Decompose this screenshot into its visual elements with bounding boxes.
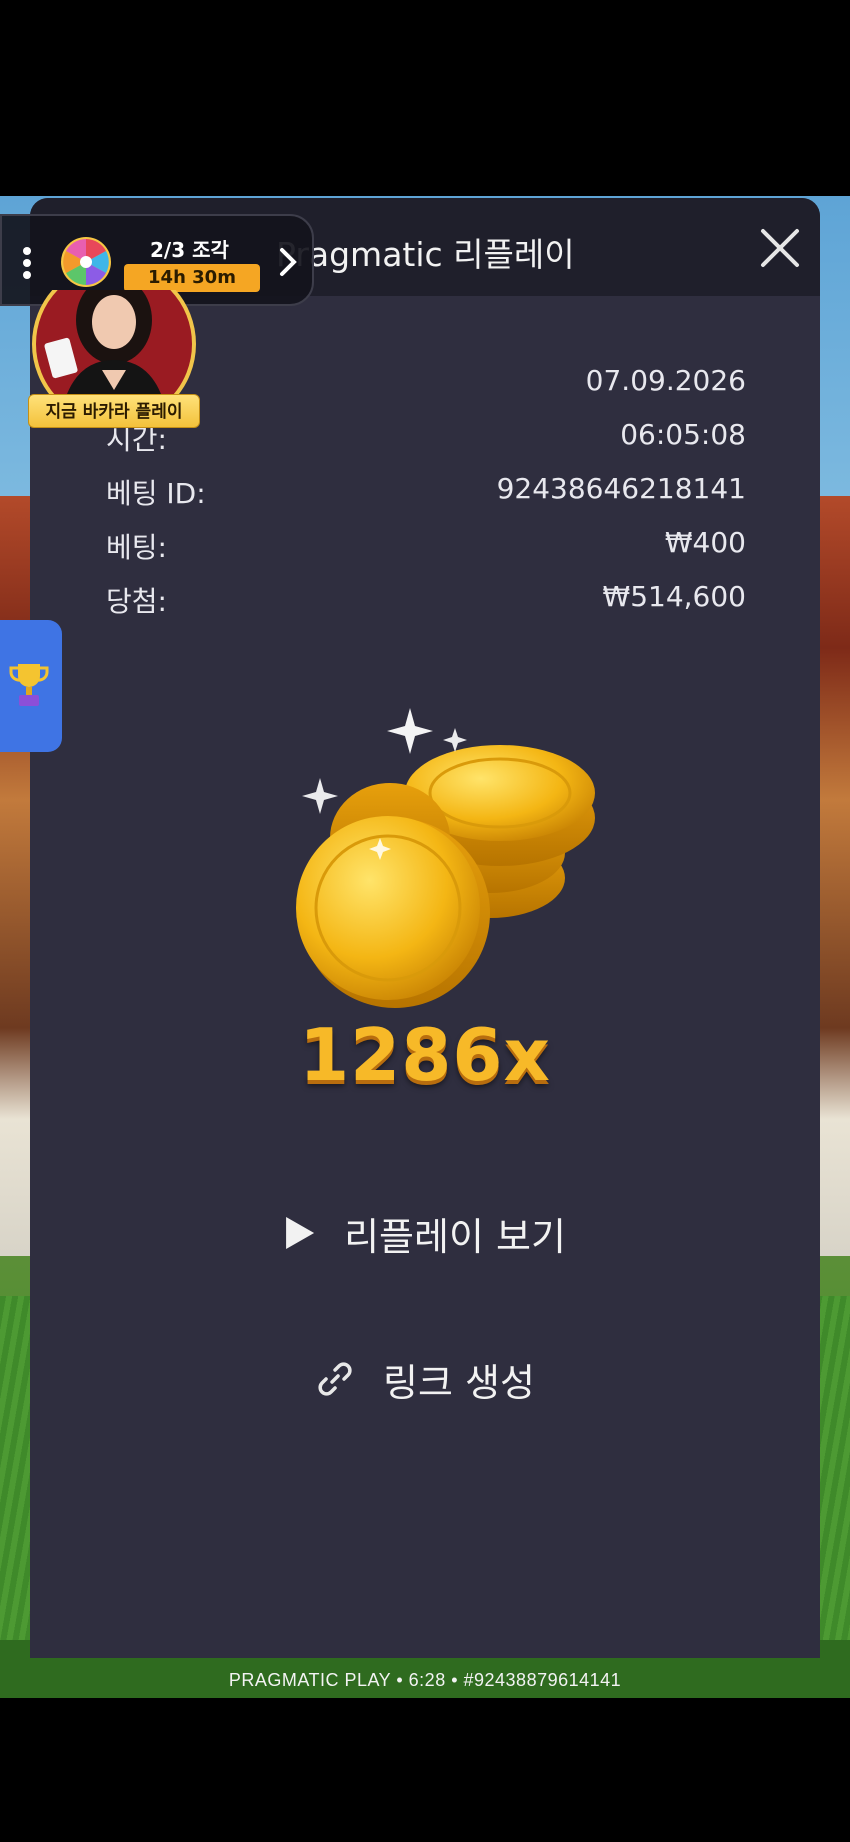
- chevron-right-icon[interactable]: [278, 246, 298, 278]
- timer-badge: 14h 30m: [124, 264, 260, 292]
- bet-id-label: 베팅 ID:: [106, 477, 206, 510]
- bet-label: 베팅:: [106, 531, 167, 564]
- gold-coins-icon: [296, 708, 595, 1008]
- link-icon: [318, 1362, 352, 1396]
- screen: PRAGMATIC PLAY • 6:28 • #92438879614141 …: [0, 0, 850, 1842]
- win-multiplier: 1286x: [299, 1013, 551, 1097]
- info-row-bet: 베팅: ₩400: [106, 526, 746, 566]
- puzzle-progress-text: 2/3 조각: [150, 238, 229, 262]
- win-value: ₩514,600: [602, 580, 746, 613]
- house-right-decoration: [816, 496, 850, 1256]
- play-baccarat-button[interactable]: 지금 바카라 플레이: [28, 394, 200, 428]
- win-label: 당첨:: [106, 585, 167, 618]
- play-icon: [286, 1217, 315, 1249]
- create-link-button[interactable]: 링크 생성: [30, 1344, 820, 1414]
- game-meta-text: PRAGMATIC PLAY • 6:28 • #92438879614141: [228, 1670, 622, 1690]
- close-icon: [761, 229, 799, 267]
- info-row-win: 당첨: ₩514,600: [106, 580, 746, 620]
- close-button[interactable]: [750, 218, 810, 278]
- more-options-icon[interactable]: [22, 246, 32, 280]
- prize-wheel-icon: [61, 237, 111, 287]
- info-row-bet-id: 베팅 ID: 92438646218141: [106, 472, 746, 512]
- bet-value: ₩400: [664, 526, 746, 559]
- date-value: 07.09.2026: [585, 364, 746, 397]
- create-link-label: 링크 생성: [383, 1360, 535, 1405]
- info-row-date: 07.09.2026: [106, 364, 746, 404]
- info-row-time: 시간: 06:05:08: [106, 418, 746, 458]
- leaderboard-tab[interactable]: [0, 620, 62, 752]
- bet-id-value: 92438646218141: [496, 472, 746, 505]
- modal-title: Pragmatic 리플레이: [276, 235, 575, 274]
- watch-replay-button[interactable]: 리플레이 보기: [30, 1198, 820, 1268]
- trophy-icon: [9, 664, 49, 706]
- time-value: 06:05:08: [620, 418, 746, 451]
- watch-replay-label: 리플레이 보기: [344, 1214, 566, 1259]
